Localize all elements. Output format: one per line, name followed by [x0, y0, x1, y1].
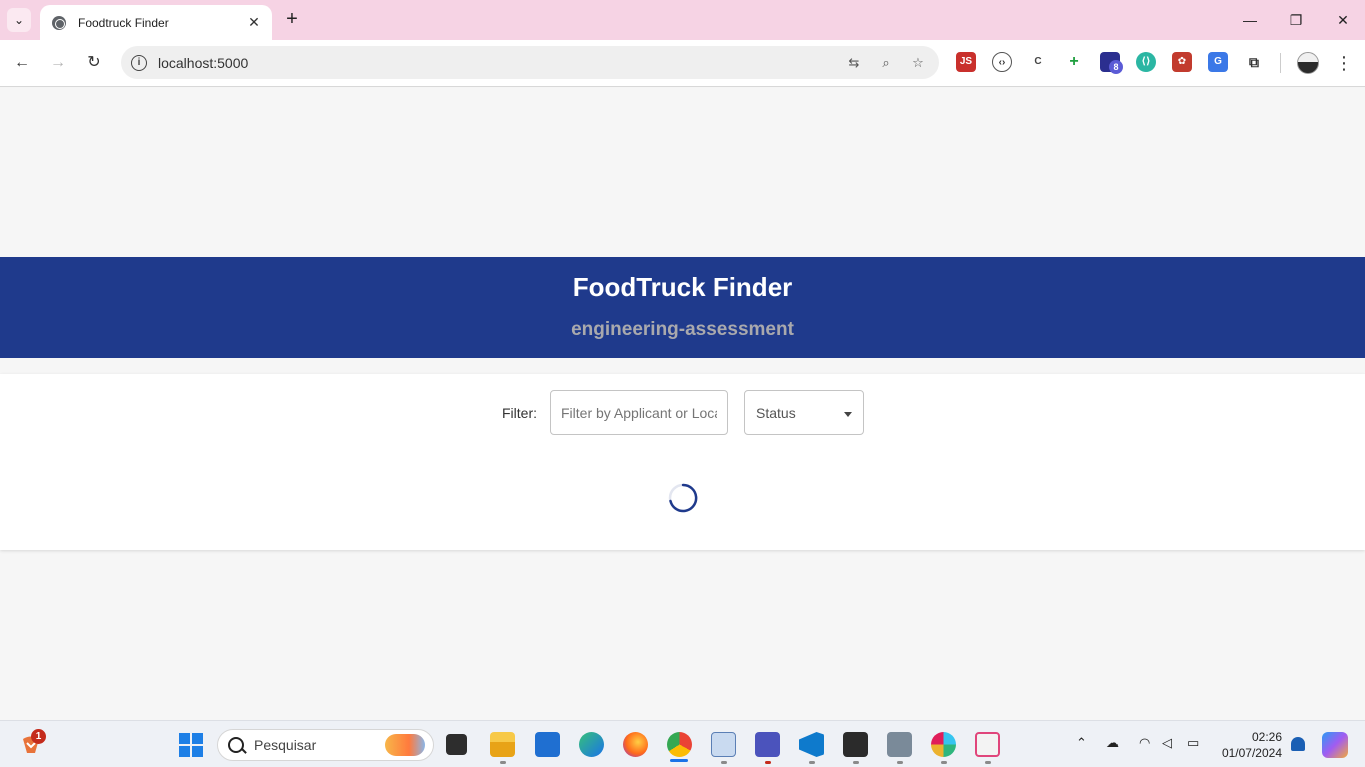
close-window-button[interactable]: ✕ — [1331, 8, 1355, 32]
extension-css-icon[interactable]: C — [1028, 52, 1048, 72]
taskbar-clock[interactable]: 02:26 01/07/2024 — [1218, 729, 1282, 761]
chrome-icon[interactable] — [667, 732, 692, 757]
weather-badge: 1 — [31, 729, 46, 744]
status-select-label: Status — [756, 405, 796, 421]
zoom-icon[interactable]: ⌕ — [875, 52, 897, 74]
app-header: FoodTruck Finder engineering-assessment — [0, 257, 1365, 358]
back-button[interactable]: ← — [10, 51, 34, 75]
notification-bell-icon[interactable] — [1291, 737, 1305, 751]
edge-icon[interactable] — [579, 732, 604, 757]
extension-devtools-icon[interactable]: ⟨⟩ — [1136, 52, 1156, 72]
copilot-icon[interactable] — [1322, 732, 1348, 758]
tab-search-button[interactable]: ⌄ — [7, 8, 31, 32]
browser-toolbar: ← → ↻ i localhost:5000 ⇆ ⌕ ☆ JS ‹› C + 8… — [0, 40, 1365, 87]
running-indicator — [853, 761, 859, 764]
extension-graduation-icon[interactable]: 8 — [1100, 52, 1123, 74]
translate-icon[interactable]: ⇆ — [843, 52, 865, 74]
running-indicator — [721, 761, 727, 764]
firefox-icon[interactable] — [623, 732, 648, 757]
bookmark-star-icon[interactable]: ☆ — [907, 52, 929, 74]
results-panel: Filter: Status — [0, 374, 1365, 550]
file-explorer-icon[interactable] — [490, 732, 515, 757]
running-indicator — [500, 761, 506, 764]
teams-icon[interactable] — [755, 732, 780, 757]
extension-badge: 8 — [1109, 60, 1123, 74]
loading-spinner — [668, 483, 698, 513]
extension-plus-icon[interactable]: + — [1064, 52, 1084, 72]
running-indicator — [765, 761, 771, 764]
profile-avatar[interactable] — [1297, 52, 1319, 74]
wifi-icon[interactable]: ◠ — [1139, 735, 1150, 751]
battery-icon[interactable]: ▭ — [1187, 735, 1199, 751]
browser-tab-active[interactable]: Foodtruck Finder ✕ — [40, 5, 272, 40]
page-subtitle: engineering-assessment — [571, 319, 794, 340]
taskbar-search-label: Pesquisar — [254, 737, 317, 753]
search-icon — [228, 737, 244, 753]
page-title: FoodTruck Finder — [572, 272, 793, 302]
extension-picker-icon[interactable]: ✿ — [1172, 52, 1192, 72]
file-cabinet-icon[interactable] — [887, 732, 912, 757]
snipping-tool-icon[interactable] — [975, 732, 1000, 757]
new-tab-button[interactable]: + — [282, 9, 302, 31]
restore-window-button[interactable]: ❐ — [1284, 8, 1308, 32]
tab-title: Foodtruck Finder — [78, 15, 169, 30]
onedrive-icon[interactable]: ☁ — [1106, 735, 1119, 751]
address-bar[interactable]: i localhost:5000 ⇆ ⌕ ☆ — [121, 46, 939, 79]
applicant-filter-input[interactable] — [550, 390, 728, 435]
toolbar-divider — [1280, 53, 1281, 73]
address-url[interactable]: localhost:5000 — [158, 55, 843, 71]
dropdown-caret-icon — [844, 412, 852, 417]
site-info-icon[interactable]: i — [131, 54, 147, 71]
forward-button[interactable]: → — [46, 51, 70, 75]
extension-js-icon[interactable]: JS — [956, 52, 976, 72]
browser-menu-icon[interactable]: ⋮ — [1334, 51, 1354, 75]
extension-code-icon[interactable]: ‹› — [992, 52, 1012, 72]
running-indicator — [809, 761, 815, 764]
close-tab-icon[interactable]: ✕ — [246, 14, 262, 31]
filter-label: Filter: — [502, 405, 537, 421]
browser-tabstrip: ⌄ Foodtruck Finder ✕ + — ❐ ✕ — [0, 0, 1365, 40]
running-indicator — [941, 761, 947, 764]
extension-translate-icon[interactable]: G — [1208, 52, 1228, 72]
microsoft-store-icon[interactable] — [535, 732, 560, 757]
status-select[interactable]: Status — [744, 390, 864, 435]
reload-button[interactable]: ↻ — [82, 51, 106, 75]
tray-overflow-icon[interactable]: ⌃ — [1076, 735, 1087, 751]
clock-date: 01/07/2024 — [1221, 746, 1282, 760]
activity-monitor-icon[interactable] — [711, 732, 736, 757]
slack-icon[interactable] — [931, 732, 956, 757]
page-viewport: FoodTruck Finder engineering-assessment … — [0, 88, 1365, 720]
running-indicator — [897, 761, 903, 764]
windows-start-icon[interactable] — [179, 733, 203, 757]
globe-icon — [52, 15, 66, 30]
clock-time: 02:26 — [1251, 730, 1282, 744]
windows-taskbar: 1 Pesquisar ⌃ ☁ ◠ ◁ ▭ 02:26 01/07/2024 — [0, 720, 1365, 767]
search-highlight-icon — [385, 734, 425, 756]
terminal-icon[interactable] — [843, 732, 868, 757]
running-indicator — [985, 761, 991, 764]
extensions-puzzle-icon[interactable]: ⧉ — [1244, 52, 1264, 72]
task-view-icon[interactable] — [446, 734, 467, 755]
taskbar-search[interactable]: Pesquisar — [217, 729, 434, 761]
chrome-active-indicator — [670, 759, 688, 762]
vscode-icon[interactable] — [799, 732, 824, 757]
volume-icon[interactable]: ◁ — [1162, 735, 1172, 751]
chevron-down-icon: ⌄ — [13, 13, 25, 27]
minimize-window-button[interactable]: — — [1238, 8, 1262, 32]
